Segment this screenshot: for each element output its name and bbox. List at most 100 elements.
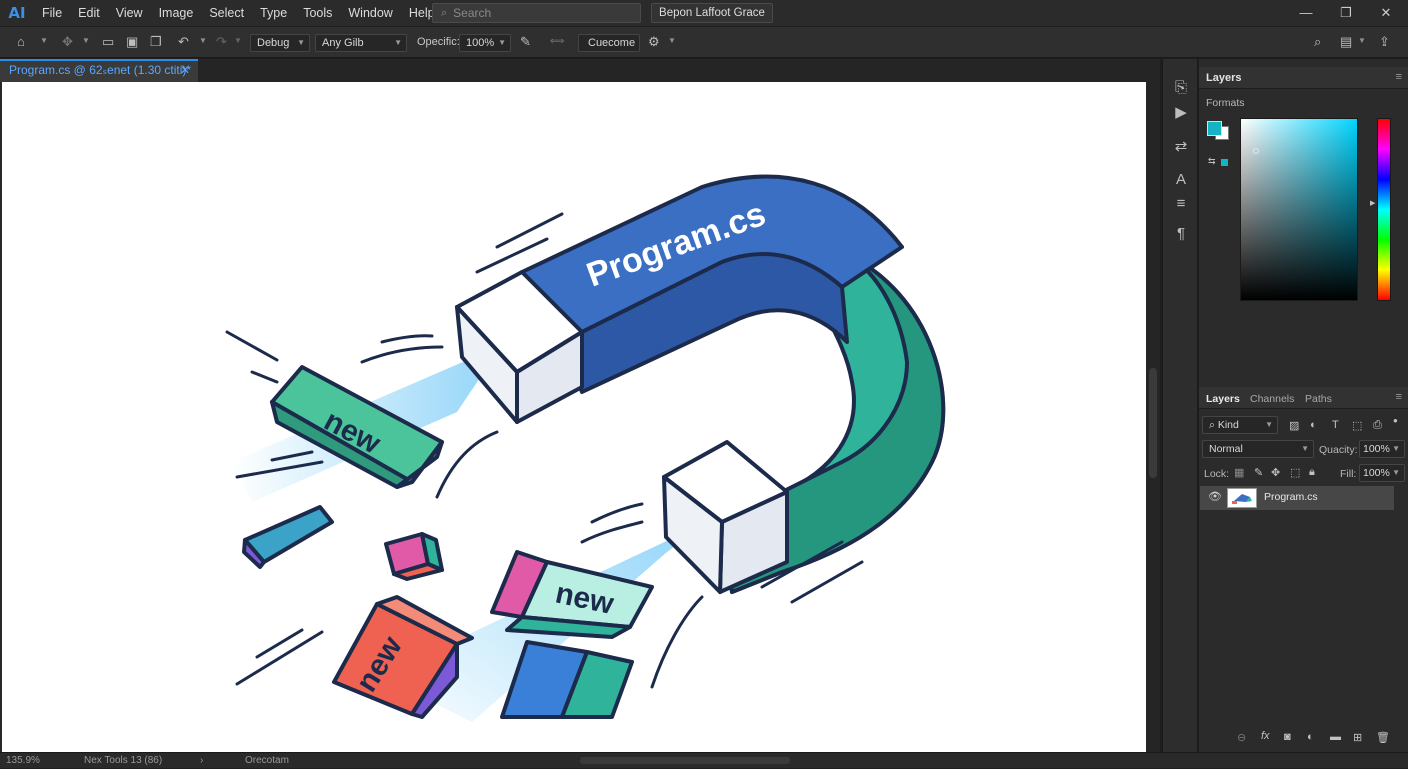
link-layers-icon[interactable]: ⊖	[1237, 731, 1246, 744]
opacity-field[interactable]: 100% ▼	[459, 34, 511, 52]
opacity-value: 100%	[466, 37, 495, 49]
action-button[interactable]: Cuecome	[578, 34, 640, 52]
chevron-down-icon[interactable]: ▼	[82, 36, 90, 45]
link-icon[interactable]: ⟺	[550, 34, 564, 50]
tab-layers[interactable]: Layers	[1206, 393, 1240, 405]
play-icon[interactable]: ▶	[1163, 103, 1199, 121]
quality-field[interactable]: 100% ▼	[1359, 440, 1405, 458]
menu-image[interactable]: Image	[151, 0, 202, 26]
document-info[interactable]: Nex Tools 13 (86)	[84, 753, 162, 769]
filter-toggle-icon[interactable]: ●	[1393, 416, 1398, 425]
document-tab[interactable]: Program.cs @ 62ₛenet (1.30 ctiti)* ✕	[0, 59, 198, 82]
restore-button[interactable]: ❐	[1326, 0, 1366, 26]
panel-menu-icon[interactable]: ≡	[1396, 391, 1402, 403]
menu-view[interactable]: View	[108, 0, 151, 26]
search-icon: ⌕	[441, 6, 448, 19]
copy-icon[interactable]: ❐	[150, 34, 162, 50]
workspace-button[interactable]: Bepon Laffoot Grace	[651, 3, 773, 23]
chevron-down-icon: ▼	[1392, 444, 1400, 453]
chevron-down-icon: ▼	[1392, 468, 1400, 477]
hue-slider[interactable]	[1377, 118, 1391, 301]
chevron-down-icon[interactable]: ▼	[234, 36, 242, 45]
status-arrow-icon[interactable]: ›	[200, 753, 203, 769]
filter-shape-icon[interactable]: ⬚	[1352, 419, 1362, 432]
lock-position-icon[interactable]: ✥	[1271, 466, 1280, 479]
chevron-down-icon[interactable]: ▼	[668, 36, 676, 45]
search-icon[interactable]: ⌕	[1314, 34, 1321, 50]
redo-icon[interactable]: ↷	[216, 34, 227, 50]
app-logo: AI	[8, 4, 26, 22]
visibility-eye-icon[interactable]: 👁︎	[1208, 490, 1222, 503]
chevron-down-icon[interactable]: ▼	[40, 36, 48, 45]
color-panel-title: Layers	[1206, 72, 1242, 84]
menu-edit[interactable]: Edit	[70, 0, 108, 26]
layer-effects-icon[interactable]: fx	[1261, 730, 1270, 742]
undo-icon[interactable]: ↶	[178, 34, 189, 50]
layer-filter-select[interactable]: ⌕ Kind ▼	[1202, 416, 1278, 434]
artboard[interactable]: Program.cs new new new	[2, 82, 1146, 752]
layer-row[interactable]: 👁︎ Program.cs	[1200, 486, 1394, 510]
brush-icon[interactable]: ✎	[520, 34, 531, 50]
chevron-down-icon[interactable]: ▼	[199, 36, 207, 45]
zoom-level[interactable]: 135.9%	[6, 753, 40, 769]
hue-slider-handle[interactable]: ▶	[1370, 199, 1375, 207]
foreground-color-swatch[interactable]	[1207, 121, 1222, 136]
home-icon[interactable]: ⌂	[17, 34, 25, 50]
workspace-layout-icon[interactable]: ▤	[1340, 34, 1352, 50]
lock-artboard-icon[interactable]: ⬚	[1290, 466, 1300, 479]
mode-select[interactable]: Debug ▼	[250, 34, 310, 52]
color-field[interactable]	[1240, 118, 1358, 301]
paragraph-align-icon[interactable]: ≡	[1163, 195, 1199, 212]
close-icon[interactable]: ✕	[180, 61, 190, 80]
lock-all-icon[interactable]: 🔒︎	[1309, 466, 1315, 479]
fill-field[interactable]: 100% ▼	[1359, 464, 1405, 482]
tab-paths[interactable]: Paths	[1305, 393, 1332, 405]
color-picker-handle[interactable]	[1253, 148, 1259, 154]
minimize-button[interactable]: —	[1286, 0, 1326, 26]
lock-transparency-icon[interactable]: ▦	[1234, 466, 1244, 479]
new-layer-icon[interactable]: ⊞	[1353, 731, 1362, 744]
menu-select[interactable]: Select	[201, 0, 252, 26]
lock-label: Lock:	[1204, 468, 1230, 480]
filter-type-icon[interactable]: T	[1332, 419, 1339, 431]
search-input[interactable]: ⌕ Search	[432, 3, 641, 23]
menu-file[interactable]: File	[34, 0, 70, 26]
adjustments-icon[interactable]: ⇄	[1163, 137, 1199, 155]
menu-window[interactable]: Window	[340, 0, 400, 26]
blend-mode-value: Normal	[1209, 443, 1243, 455]
close-window-button[interactable]: ✕	[1366, 0, 1406, 26]
scrollbar-thumb[interactable]	[1149, 368, 1157, 478]
share-icon[interactable]: ⇪	[1379, 34, 1390, 50]
chevron-down-icon: ▼	[498, 38, 506, 47]
lock-pixels-icon[interactable]: ✎	[1254, 466, 1263, 479]
panel-menu-icon[interactable]: ≡	[1396, 71, 1402, 83]
open-folder-icon[interactable]: ▭	[102, 34, 114, 50]
blend-mode-select[interactable]: Normal ▼	[1202, 440, 1314, 458]
character-icon[interactable]: A	[1163, 171, 1199, 188]
menu-tools[interactable]: Tools	[295, 0, 340, 26]
target-select[interactable]: Any Gilb ▼	[315, 34, 407, 52]
swap-colors-icon[interactable]: ⇆	[1208, 156, 1216, 167]
quality-value: 100%	[1363, 443, 1390, 455]
menu-type[interactable]: Type	[252, 0, 295, 26]
add-mask-icon[interactable]: ◙	[1284, 731, 1291, 743]
delete-layer-icon[interactable]: 🗑︎	[1376, 731, 1390, 744]
move-tool-icon[interactable]: ✥	[62, 34, 73, 50]
pilcrow-icon[interactable]: ¶	[1163, 225, 1199, 242]
filter-smart-object-icon[interactable]: ⎙	[1373, 419, 1382, 432]
vertical-scrollbar[interactable]	[1146, 82, 1160, 752]
panel-icon-strip: ⎘ ▶ ⇄ A ≡ ¶	[1162, 59, 1198, 752]
filter-adjustment-icon[interactable]: ◐	[1310, 419, 1317, 431]
default-colors-icon[interactable]	[1221, 159, 1228, 166]
filter-pixel-icon[interactable]: ▨	[1289, 419, 1299, 432]
save-icon[interactable]: ▣	[126, 34, 138, 50]
history-icon[interactable]: ⎘	[1163, 79, 1199, 96]
horizontal-scrollbar[interactable]	[580, 757, 790, 764]
chevron-down-icon[interactable]: ▼	[1358, 36, 1366, 45]
chevron-down-icon: ▼	[297, 38, 305, 47]
new-group-icon[interactable]: ▬	[1330, 731, 1341, 743]
layer-filter-value: Kind	[1217, 419, 1239, 431]
adjustment-layer-icon[interactable]: ◐	[1307, 731, 1314, 743]
tab-channels[interactable]: Channels	[1250, 393, 1294, 405]
settings-icon[interactable]: ⚙	[648, 34, 660, 50]
